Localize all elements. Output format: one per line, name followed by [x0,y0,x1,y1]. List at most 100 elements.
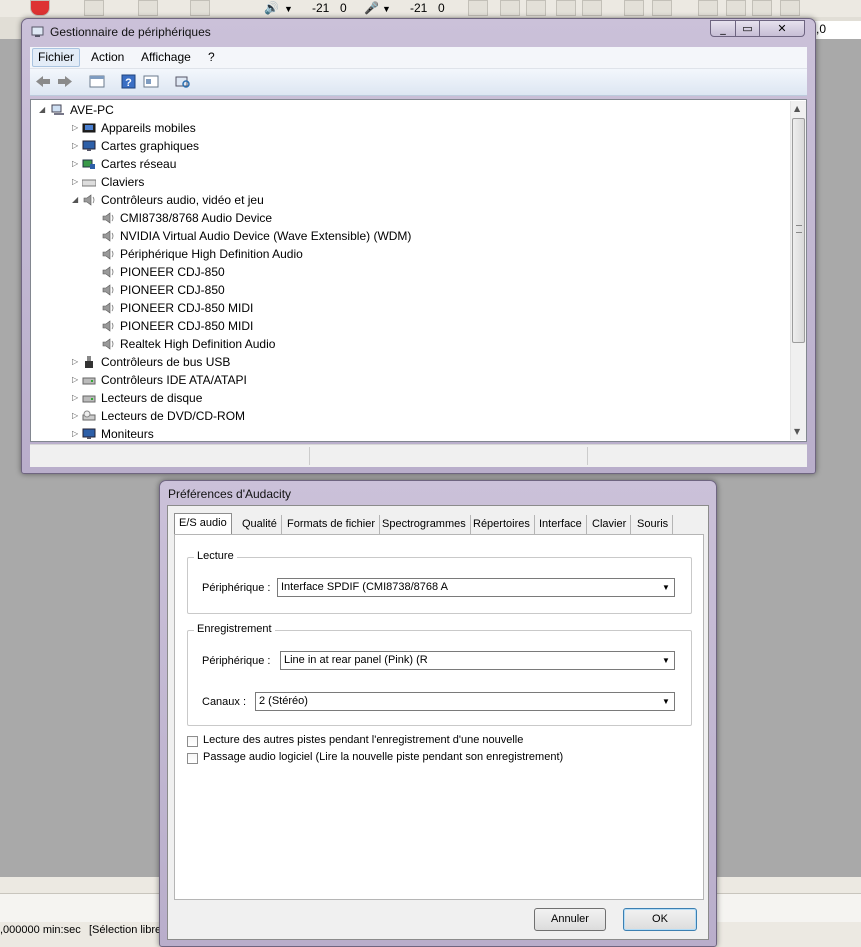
expand-arrow-icon[interactable]: ▷ [72,137,81,155]
copy-icon[interactable] [500,0,520,16]
expand-arrow-icon[interactable]: ▷ [72,371,81,389]
cancel-button[interactable]: Annuler [534,908,606,931]
tree-category[interactable]: ▷ Contrôleurs de bus USB [31,353,786,371]
tree-device[interactable]: PIONEER CDJ-850 [31,281,786,299]
recording-device-select[interactable]: Line in at rear panel (Pink) (R ▼ [280,651,675,670]
scroll-thumb[interactable] [792,118,805,343]
software-playthrough-checkbox[interactable] [187,753,198,764]
tree-category[interactable]: ▷ Cartes réseau [31,155,786,173]
tree-item-label: Contrôleurs de bus USB [101,355,231,369]
tree-item-label: PIONEER CDJ-850 [120,283,225,297]
collapse-arrow-icon[interactable]: ◢ [72,191,81,209]
minimize-button[interactable]: _ [710,20,736,37]
vertical-scrollbar[interactable]: ▲ ▼ [790,101,806,440]
tree-category[interactable]: ▷ Lecteurs de DVD/CD-ROM [31,407,786,425]
expand-arrow-icon[interactable]: ▷ [72,119,81,137]
tab-directories[interactable]: Répertoires [469,515,535,534]
expand-arrow-icon[interactable]: ▷ [72,389,81,407]
menu-help[interactable]: ? [203,49,220,66]
tree-device[interactable]: Périphérique High Definition Audio [31,245,786,263]
redo-icon[interactable] [652,0,672,16]
menu-view[interactable]: Affichage [136,49,196,66]
tab-keyboard[interactable]: Clavier [588,515,632,534]
channels-label: Canaux : [202,696,247,708]
toolbar-button[interactable] [190,0,210,16]
tab-interface[interactable]: Interface [535,515,587,534]
tree-device[interactable]: PIONEER CDJ-850 [31,263,786,281]
tree-item-label: AVE-PC [70,103,114,117]
paste-icon[interactable] [526,0,546,16]
tree-device[interactable]: CMI8738/8768 Audio Device [31,209,786,227]
recording-device-value: Line in at rear panel (Pink) (R [284,654,428,666]
scroll-up-icon[interactable]: ▲ [794,104,800,113]
close-button[interactable]: ✕ [759,20,805,37]
help-icon[interactable]: ? [120,73,138,90]
speaker-icon [102,230,114,242]
tree-item-label: CMI8738/8768 Audio Device [120,211,273,225]
tree-category[interactable]: ▷ Moniteurs [31,425,786,441]
scroll-down-icon[interactable]: ▼ [794,427,800,436]
toolbar-button[interactable] [84,0,104,16]
menu-action[interactable]: Action [86,49,129,66]
tree-category[interactable]: ▷ Appareils mobiles [31,119,786,137]
zoom-out-icon[interactable] [726,0,746,16]
status-bar [30,444,807,467]
maximize-button[interactable]: ▭ [735,20,760,37]
tree-category[interactable]: ▷ Contrôleurs IDE ATA/ATAPI [31,371,786,389]
tree-category[interactable]: ▷ Cartes graphiques [31,137,786,155]
expand-arrow-icon[interactable]: ▷ [72,353,81,371]
chevron-down-icon[interactable]: ▼ [382,4,391,14]
menu-file[interactable]: Fichier [32,48,81,67]
chevron-down-icon[interactable]: ▼ [659,653,673,668]
zoom-in-icon[interactable] [698,0,718,16]
scan-hardware-icon[interactable] [174,73,192,90]
tree-category[interactable]: ▷ Claviers [31,173,786,191]
tab-mouse[interactable]: Souris [633,515,674,534]
playback-device-select[interactable]: Interface SPDIF (CMI8738/8768 A ▼ [277,578,675,597]
tree-item-label: Moniteurs [101,427,154,441]
tab-file-formats[interactable]: Formats de fichier [283,515,381,534]
toolbar-button[interactable] [138,0,158,16]
trim-icon[interactable] [556,0,576,16]
speaker-icon [102,320,114,332]
network-adapter-icon [82,159,95,169]
recording-device-label: Périphérique : [202,655,271,667]
tree-category[interactable]: ▷ Lecteurs de disque [31,389,786,407]
overdub-label: Lecture des autres pistes pendant l'enre… [203,734,524,746]
channels-select[interactable]: 2 (Stéréo) ▼ [255,692,675,711]
playback-group: Lecture Périphérique : Interface SPDIF (… [187,550,692,614]
record-meter-zero: 0 [438,1,445,15]
ok-button[interactable]: OK [623,908,697,931]
expand-arrow-icon[interactable]: ▷ [72,173,81,191]
tree-item-label: Contrôleurs audio, vidéo et jeu [101,193,264,207]
chevron-down-icon[interactable]: ▼ [659,694,673,709]
tab-audio-io[interactable]: E/S audio [174,513,232,536]
tab-spectrograms[interactable]: Spectrogrammes [378,515,471,534]
properties-icon[interactable] [142,73,160,90]
back-arrow-icon[interactable] [34,73,52,90]
zoom-selection-icon[interactable] [752,0,772,16]
tree-category[interactable]: ◢ Contrôleurs audio, vidéo et jeu [31,191,786,209]
tree-device[interactable]: NVIDIA Virtual Audio Device (Wave Extens… [31,227,786,245]
zoom-fit-icon[interactable] [780,0,800,16]
collapse-arrow-icon[interactable]: ◢ [39,101,48,119]
expand-arrow-icon[interactable]: ▷ [72,425,81,441]
show-hide-tree-icon[interactable] [88,73,106,90]
tree-device[interactable]: Realtek High Definition Audio [31,335,786,353]
expand-arrow-icon[interactable]: ▷ [72,155,81,173]
expand-arrow-icon[interactable]: ▷ [72,407,81,425]
tree-root[interactable]: ◢ AVE-PC [31,101,786,119]
overdub-checkbox[interactable] [187,736,198,747]
tree-device[interactable]: PIONEER CDJ-850 MIDI [31,299,786,317]
forward-arrow-icon[interactable] [56,73,74,90]
undo-icon[interactable] [624,0,644,16]
cut-icon[interactable] [468,0,488,16]
record-button[interactable] [30,0,50,16]
chevron-down-icon[interactable]: ▼ [659,580,673,595]
silence-icon[interactable] [582,0,602,16]
mobile-device-icon [82,123,96,133]
tab-quality[interactable]: Qualité [238,515,282,534]
tree-device[interactable]: PIONEER CDJ-850 MIDI [31,317,786,335]
grip-icon [796,225,802,233]
chevron-down-icon[interactable]: ▼ [284,4,293,14]
